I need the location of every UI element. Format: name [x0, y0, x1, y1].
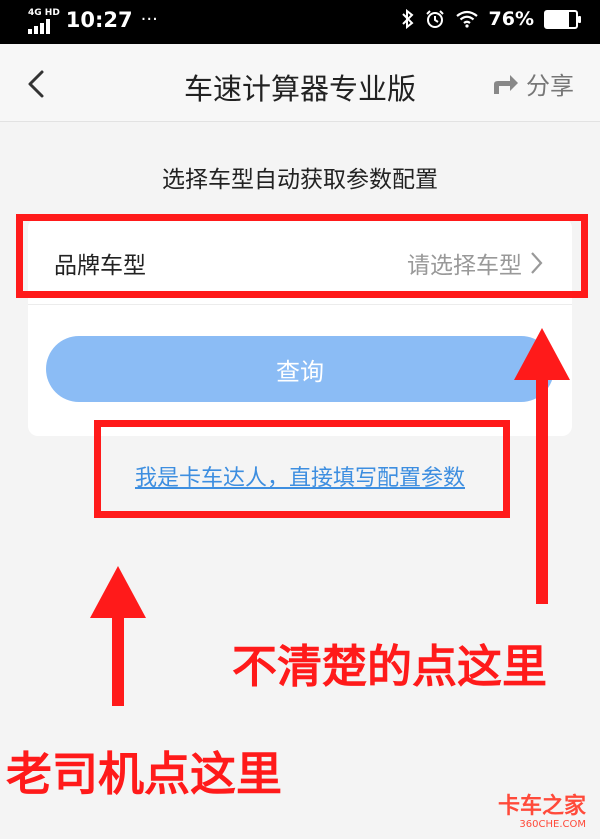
section-subtitle: 选择车型自动获取参数配置	[162, 167, 438, 193]
query-button[interactable]: 查询	[46, 336, 554, 402]
watermark-sub: 360CHE.COM	[519, 819, 586, 830]
arrow-up-icon	[514, 328, 570, 604]
bluetooth-icon	[401, 9, 414, 29]
network-type: 4G HD	[28, 8, 60, 18]
app-header: 车速计算器专业版 分享	[0, 44, 600, 122]
arrow-up-icon	[90, 566, 146, 706]
battery-percent: 76%	[488, 8, 534, 30]
veteran-hint-text: 老司机点这里	[6, 747, 282, 801]
share-icon	[494, 74, 518, 94]
alarm-icon	[425, 10, 444, 28]
link-highlight-box	[94, 420, 510, 518]
status-time: 10:27	[65, 8, 133, 32]
battery-icon	[544, 9, 581, 29]
more-notifications-icon: ···	[140, 9, 158, 30]
cellular-signal-icon: 4G HD	[28, 9, 60, 34]
brand-highlight-box	[16, 214, 588, 298]
watermark-main: 卡车之家	[497, 794, 586, 819]
status-bar: 4G HD 10:27 ··· 76%	[0, 0, 600, 44]
share-button[interactable]: 分享	[492, 66, 574, 101]
wifi-icon	[455, 10, 478, 28]
watermark-logo: 卡车之家 360CHE.COM	[498, 795, 586, 831]
share-label: 分享	[526, 72, 574, 100]
unclear-hint-text: 不清楚的点这里	[232, 640, 548, 693]
